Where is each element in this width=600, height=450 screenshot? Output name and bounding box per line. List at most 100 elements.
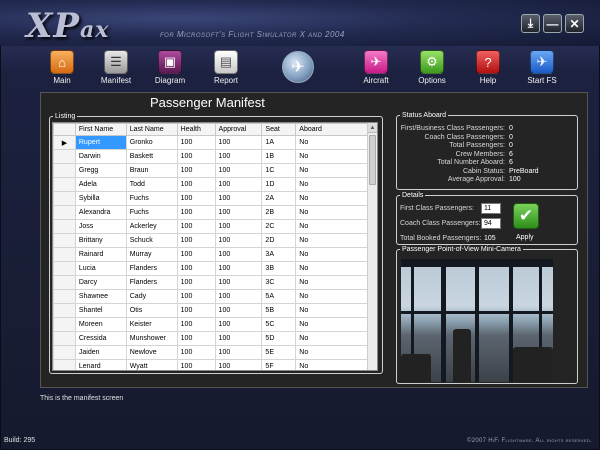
passenger-table[interactable]: First Name Last Name Health Approval Sea… (52, 122, 378, 371)
cell-approval[interactable]: 100 (214, 247, 263, 262)
toolbar-start-fs-button[interactable]: ✈ Start FS (520, 50, 564, 85)
cell-aboard[interactable]: No (295, 191, 369, 206)
cell-last-name[interactable]: Fuchs (125, 191, 178, 206)
cell-last-name[interactable]: Schuck (125, 233, 178, 248)
current-row-arrow-icon[interactable]: ▶ (53, 135, 76, 150)
column-header-approval[interactable]: Approval (214, 123, 263, 136)
row-header[interactable] (53, 345, 76, 360)
toolbar-diagram-button[interactable]: ▣ Diagram (148, 50, 192, 85)
cell-health[interactable]: 100 (176, 345, 216, 360)
table-row[interactable]: Lenard Wyatt 100 100 5F No (53, 359, 369, 370)
table-row[interactable]: Lucia Flanders 100 100 3B No (53, 261, 369, 276)
row-header[interactable] (53, 233, 76, 248)
cell-aboard[interactable]: No (295, 261, 369, 276)
table-row[interactable]: Brittany Schuck 100 100 2D No (53, 233, 369, 248)
cell-last-name[interactable]: Flanders (125, 261, 178, 276)
cell-last-name[interactable]: Braun (125, 163, 178, 178)
cell-aboard[interactable]: No (295, 205, 369, 220)
cell-seat[interactable]: 5E (261, 345, 297, 360)
cell-seat[interactable]: 2A (261, 191, 297, 206)
cell-approval[interactable]: 100 (214, 261, 263, 276)
cell-last-name[interactable]: Otis (125, 303, 178, 318)
row-header[interactable] (53, 261, 76, 276)
cell-seat[interactable]: 1A (261, 135, 297, 150)
table-row[interactable]: Sybilla Fuchs 100 100 2A No (53, 191, 369, 206)
column-header-first-name[interactable]: First Name (74, 123, 127, 136)
cell-approval[interactable]: 100 (214, 205, 263, 220)
cell-approval[interactable]: 100 (214, 345, 263, 360)
cell-seat[interactable]: 3C (261, 275, 297, 290)
column-header-seat[interactable]: Seat (261, 123, 297, 136)
cell-last-name[interactable]: Flanders (125, 275, 178, 290)
cell-seat[interactable]: 2B (261, 205, 297, 220)
cell-health[interactable]: 100 (176, 205, 216, 220)
table-row[interactable]: Joss Ackerley 100 100 2C No (53, 219, 369, 234)
minimize-icon[interactable]: — (543, 14, 562, 33)
cell-last-name[interactable]: Baskett (125, 149, 178, 164)
cell-approval[interactable]: 100 (214, 233, 263, 248)
table-row[interactable]: Shawnee Cady 100 100 5A No (53, 289, 369, 304)
row-header[interactable] (53, 177, 76, 192)
cell-approval[interactable]: 100 (214, 191, 263, 206)
cell-health[interactable]: 100 (176, 219, 216, 234)
cell-approval[interactable]: 100 (214, 219, 263, 234)
cell-health[interactable]: 100 (176, 289, 216, 304)
cell-approval[interactable]: 100 (214, 303, 263, 318)
cell-health[interactable]: 100 (176, 191, 216, 206)
cell-last-name[interactable]: Ackerley (125, 219, 178, 234)
toolbar-help-button[interactable]: ? Help (466, 50, 510, 85)
first-class-input[interactable]: 11 (481, 203, 501, 214)
cell-aboard[interactable]: No (295, 275, 369, 290)
cell-health[interactable]: 100 (176, 261, 216, 276)
row-header[interactable] (53, 163, 76, 178)
cell-first-name[interactable]: Joss (74, 219, 127, 234)
cell-health[interactable]: 100 (176, 275, 216, 290)
table-row[interactable]: Gregg Braun 100 100 1C No (53, 163, 369, 178)
cell-aboard[interactable]: No (295, 303, 369, 318)
cell-last-name[interactable]: Gronko (125, 135, 178, 150)
cell-seat[interactable]: 1C (261, 163, 297, 178)
cell-last-name[interactable]: Keister (125, 317, 178, 332)
row-header[interactable] (53, 303, 76, 318)
cell-first-name[interactable]: Shantel (74, 303, 127, 318)
cell-last-name[interactable]: Todd (125, 177, 178, 192)
cell-approval[interactable]: 100 (214, 317, 263, 332)
table-row[interactable]: Rainard Murray 100 100 3A No (53, 247, 369, 262)
cell-approval[interactable]: 100 (214, 135, 263, 150)
cell-seat[interactable]: 5C (261, 317, 297, 332)
cell-seat[interactable]: 2C (261, 219, 297, 234)
cell-approval[interactable]: 100 (214, 331, 263, 346)
column-header-last-name[interactable]: Last Name (125, 123, 178, 136)
cell-health[interactable]: 100 (176, 163, 216, 178)
cell-approval[interactable]: 100 (214, 275, 263, 290)
table-row[interactable]: Darcy Flanders 100 100 3C No (53, 275, 369, 290)
cell-health[interactable]: 100 (176, 317, 216, 332)
cell-aboard[interactable]: No (295, 247, 369, 262)
cell-first-name[interactable]: Darcy (74, 275, 127, 290)
cell-approval[interactable]: 100 (214, 163, 263, 178)
cell-aboard[interactable]: No (295, 163, 369, 178)
table-row[interactable]: Adela Todd 100 100 1D No (53, 177, 369, 192)
cell-aboard[interactable]: No (295, 177, 369, 192)
cell-approval[interactable]: 100 (214, 359, 263, 370)
cell-last-name[interactable]: Newlove (125, 345, 178, 360)
cell-health[interactable]: 100 (176, 303, 216, 318)
toolbar-aircraft-button[interactable]: ✈ Aircraft (354, 50, 398, 85)
cell-first-name[interactable]: Rainard (74, 247, 127, 262)
cell-first-name[interactable]: Sybilla (74, 191, 127, 206)
apply-button[interactable]: ✔ (513, 203, 539, 229)
cell-first-name[interactable]: Gregg (74, 163, 127, 178)
row-header[interactable] (53, 317, 76, 332)
download-icon[interactable]: ⤓ (521, 14, 540, 33)
table-row[interactable]: Jaiden Newlove 100 100 5E No (53, 345, 369, 360)
cell-aboard[interactable]: No (295, 135, 369, 150)
cell-seat[interactable]: 2D (261, 233, 297, 248)
cell-aboard[interactable]: No (295, 289, 369, 304)
cell-seat[interactable]: 5B (261, 303, 297, 318)
row-header[interactable] (53, 219, 76, 234)
cell-first-name[interactable]: Jaiden (74, 345, 127, 360)
cell-first-name[interactable]: Brittany (74, 233, 127, 248)
row-header[interactable] (53, 275, 76, 290)
cell-health[interactable]: 100 (176, 135, 216, 150)
cell-health[interactable]: 100 (176, 247, 216, 262)
